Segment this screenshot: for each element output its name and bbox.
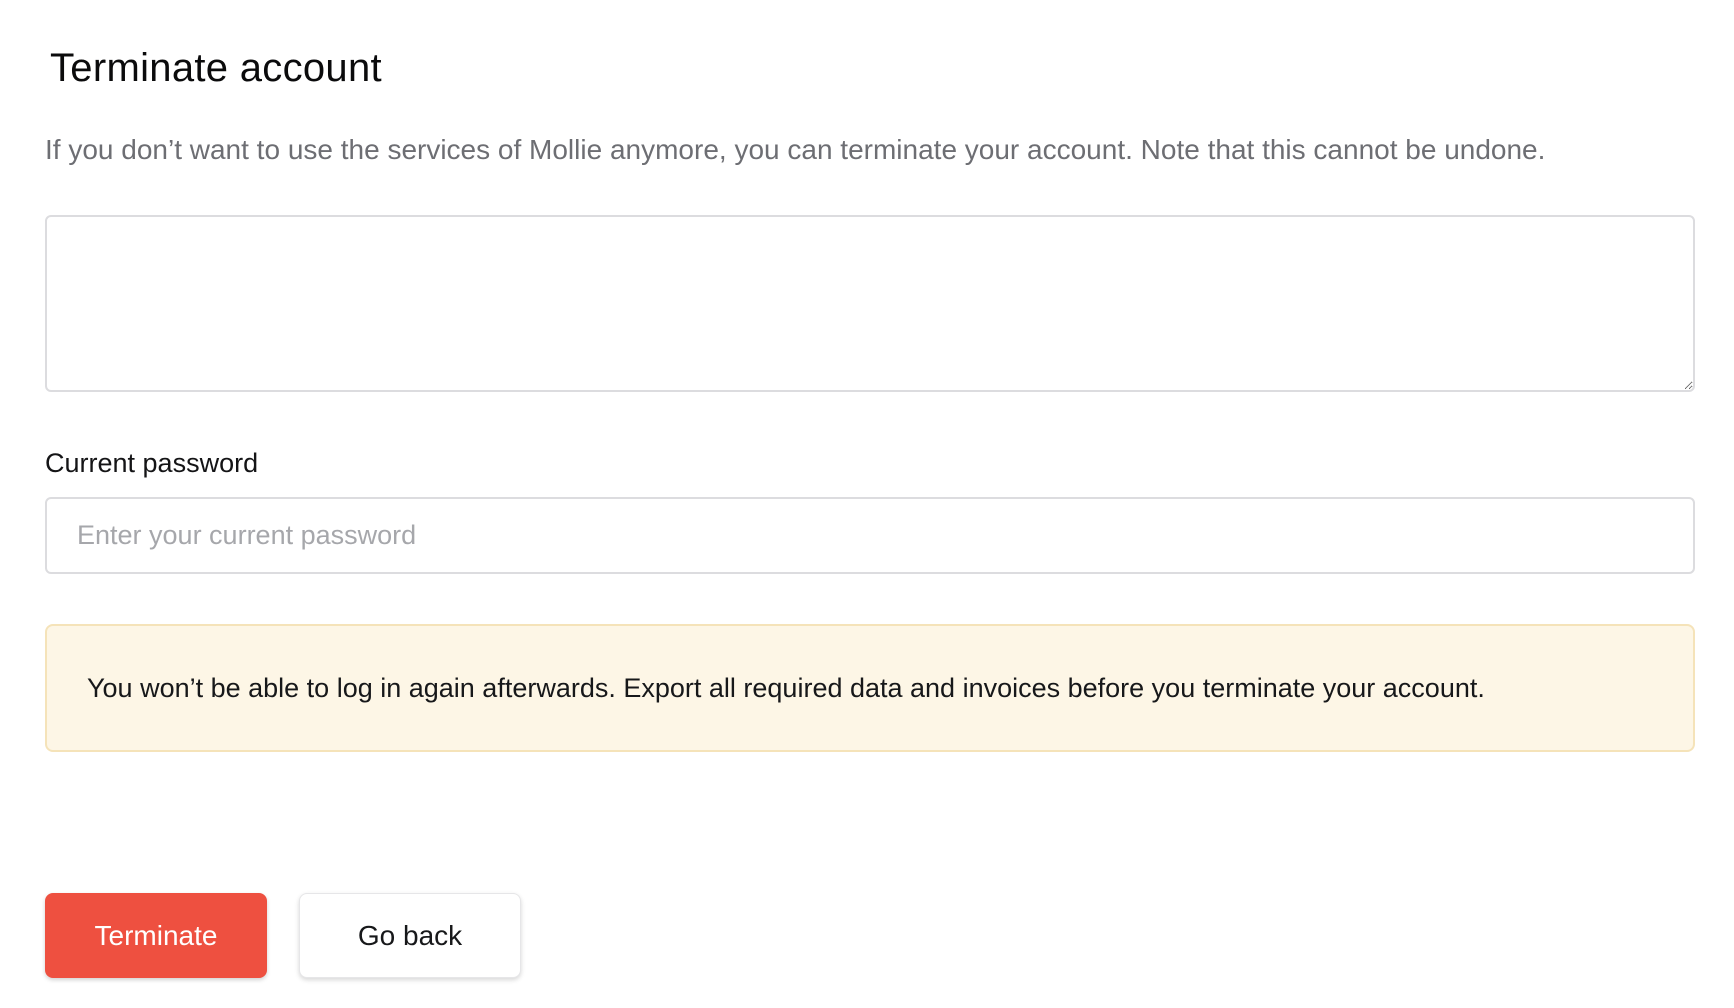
page-description: If you don’t want to use the services of…	[45, 134, 1546, 165]
warning-notice: You won’t be able to log in again afterw…	[45, 624, 1695, 752]
current-password-input[interactable]	[45, 497, 1695, 574]
terminate-button[interactable]: Terminate	[45, 893, 267, 978]
termination-reason-textarea[interactable]	[45, 215, 1695, 392]
warning-text: You won’t be able to log in again afterw…	[87, 672, 1485, 703]
current-password-label: Current password	[45, 448, 259, 478]
page-title: Terminate account	[50, 46, 382, 90]
go-back-button[interactable]: Go back	[299, 893, 521, 978]
